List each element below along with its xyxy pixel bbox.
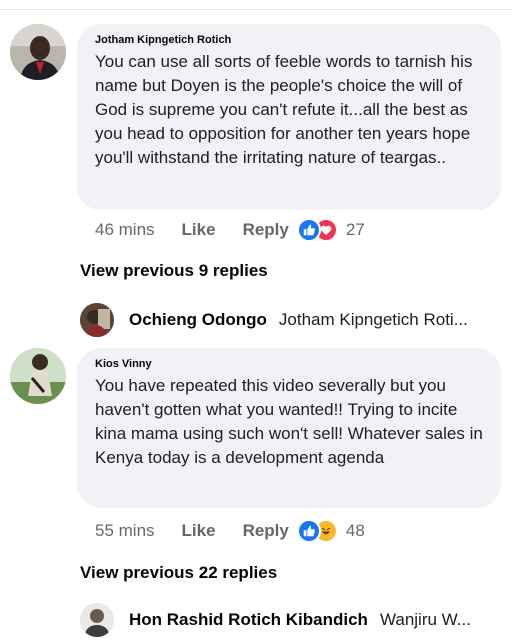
reply-avatar[interactable] <box>80 303 114 337</box>
top-divider <box>0 0 512 10</box>
reply-button[interactable]: Reply <box>243 521 289 541</box>
user-photo-icon <box>80 303 114 337</box>
latest-reply-row[interactable]: Ochieng Odongo Jotham Kipngetich Roti... <box>80 302 505 338</box>
comment-bubble: Jotham Kipngetich Rotich You can use all… <box>77 24 501 210</box>
reaction-count[interactable]: 27 <box>346 220 365 240</box>
reaction-summary[interactable] <box>296 519 338 543</box>
reply-preview: Jotham Kipngetich Roti... <box>278 310 468 329</box>
comment-text: You have repeated this video severally b… <box>95 376 483 467</box>
comment-text: You can use all sorts of feeble words to… <box>95 52 473 167</box>
view-previous-replies[interactable]: View previous 9 replies <box>80 261 268 281</box>
user-photo-icon <box>10 348 66 404</box>
comment-author[interactable]: Kios Vinny <box>95 358 485 370</box>
reaction-count[interactable]: 48 <box>346 521 365 541</box>
like-reaction-icon <box>296 218 321 242</box>
reply-author[interactable]: Ochieng Odongo <box>129 310 267 330</box>
like-button[interactable]: Like <box>182 220 216 240</box>
comment-meta: 46 mins Like Reply 27 <box>95 218 365 242</box>
comment-meta: 55 mins Like Reply 48 <box>95 519 365 543</box>
comment-time[interactable]: 55 mins <box>95 521 155 541</box>
reply-author[interactable]: Hon Rashid Rotich Kibandich <box>129 610 368 630</box>
comment-time[interactable]: 46 mins <box>95 220 155 240</box>
comment-author[interactable]: Jotham Kipngetich Rotich <box>95 34 485 46</box>
reaction-summary[interactable] <box>296 218 338 242</box>
reply-button[interactable]: Reply <box>243 220 289 240</box>
reply-preview: Wanjiru W... <box>379 610 471 629</box>
avatar[interactable] <box>10 24 66 80</box>
latest-reply-row[interactable]: Hon Rashid Rotich Kibandich Wanjiru W... <box>80 602 505 638</box>
like-button[interactable]: Like <box>182 521 216 541</box>
user-photo-icon <box>10 24 66 80</box>
comment-bubble: Kios Vinny You have repeated this video … <box>77 348 501 508</box>
user-photo-icon <box>80 603 114 637</box>
reply-avatar[interactable] <box>80 603 114 637</box>
avatar[interactable] <box>10 348 66 404</box>
like-reaction-icon <box>296 519 321 543</box>
view-previous-replies[interactable]: View previous 22 replies <box>80 563 277 583</box>
